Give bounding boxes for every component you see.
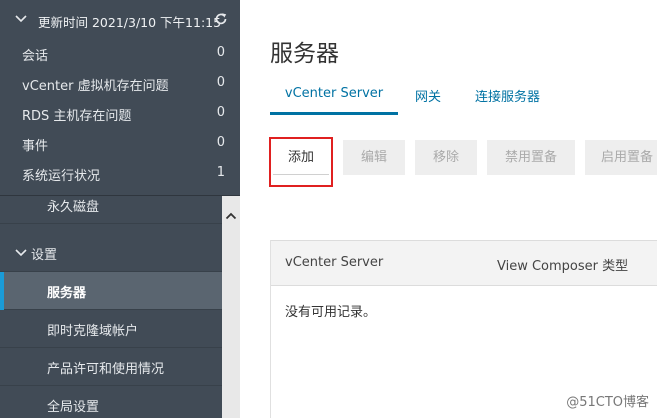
- tab-label: 网关: [415, 90, 442, 105]
- sidebar-item-persistent-disks[interactable]: 永久磁盘: [0, 196, 222, 224]
- active-indicator: [0, 272, 4, 310]
- stat-label: 系统运行状况: [22, 169, 101, 184]
- highlight-annotation: [269, 137, 333, 187]
- sidebar-item-label: 永久磁盘: [47, 200, 100, 215]
- watermark: @51CTO博客: [566, 395, 649, 410]
- stat-row-vcenter-vm-issues[interactable]: vCenter 虚拟机存在问题 0: [0, 68, 240, 98]
- main-content: 服务器 vCenter Server 网关 连接服务器 添加 编辑 移除 禁用置…: [240, 0, 657, 418]
- sidebar-section-settings[interactable]: 设置: [0, 234, 222, 272]
- system-status-header[interactable]: 更新时间 2021/3/10 下午11:15: [0, 4, 240, 38]
- sidebar-item-servers[interactable]: 服务器: [0, 272, 222, 310]
- stat-count: 0: [216, 105, 225, 120]
- tab-gateways[interactable]: 网关: [415, 78, 441, 115]
- sidebar-scrollbar[interactable]: [222, 196, 240, 418]
- stat-row-events[interactable]: 事件 0: [0, 128, 240, 158]
- sidebar: 更新时间 2021/3/10 下午11:15 会话 0 vCenter 虚拟机存…: [0, 0, 240, 418]
- active-tab-underline: [270, 112, 398, 115]
- sidebar-item-instant-clone-accounts[interactable]: 即时克隆域帐户: [0, 310, 222, 348]
- tab-vcenter-server[interactable]: vCenter Server: [270, 78, 398, 115]
- empty-grid-message: 没有可用记录。: [285, 305, 377, 320]
- stat-count: 0: [216, 45, 225, 60]
- stat-label: 会话: [22, 49, 49, 64]
- chevron-down-icon: [15, 249, 27, 257]
- page-title: 服务器: [270, 41, 339, 67]
- tab-connection-servers[interactable]: 连接服务器: [475, 78, 540, 115]
- sidebar-item-licensing[interactable]: 产品许可和使用情况: [0, 348, 222, 386]
- stat-row-sessions[interactable]: 会话 0: [0, 38, 240, 68]
- sidebar-item-global-settings[interactable]: 全局设置: [0, 386, 222, 418]
- tab-label: vCenter Server: [284, 86, 384, 101]
- stat-row-system-health[interactable]: 系统运行状况 1: [0, 158, 240, 188]
- sidebar-item-label: 全局设置: [47, 400, 100, 415]
- stat-label: 事件: [22, 139, 49, 154]
- remove-button[interactable]: 移除: [415, 140, 477, 175]
- stat-row-rds-host-issues[interactable]: RDS 主机存在问题 0: [0, 98, 240, 128]
- stat-count: 0: [216, 135, 225, 150]
- refresh-icon[interactable]: [214, 12, 228, 26]
- tab-label: 连接服务器: [475, 90, 541, 105]
- edit-button[interactable]: 编辑: [343, 140, 405, 175]
- sidebar-item-label: 即时克隆域帐户: [47, 324, 139, 339]
- enable-provisioning-button[interactable]: 启用置备: [585, 140, 657, 175]
- chevron-up-icon[interactable]: [225, 210, 237, 222]
- column-header-composer-type[interactable]: View Composer 类型: [497, 255, 628, 274]
- sidebar-item-label: 服务器: [47, 286, 87, 301]
- sidebar-item-label: 产品许可和使用情况: [47, 362, 165, 377]
- chevron-down-icon: [15, 15, 27, 23]
- stat-label: RDS 主机存在问题: [22, 109, 132, 124]
- column-header-vcenter-server[interactable]: vCenter Server: [285, 255, 383, 270]
- status-update-time: 更新时间 2021/3/10 下午11:15: [38, 15, 222, 30]
- sidebar-nav: 永久磁盘 设置 服务器 即时克隆域帐户 产品许可和使用情况 全局设置: [0, 196, 222, 418]
- tab-bar: vCenter Server 网关 连接服务器: [270, 78, 657, 115]
- grid-header: vCenter Server View Composer 类型: [271, 240, 657, 286]
- stat-count: 1: [216, 165, 225, 180]
- disable-provisioning-button[interactable]: 禁用置备: [487, 140, 575, 175]
- sidebar-section-label: 设置: [31, 248, 58, 263]
- stat-label: vCenter 虚拟机存在问题: [22, 79, 169, 94]
- stat-count: 0: [216, 75, 225, 90]
